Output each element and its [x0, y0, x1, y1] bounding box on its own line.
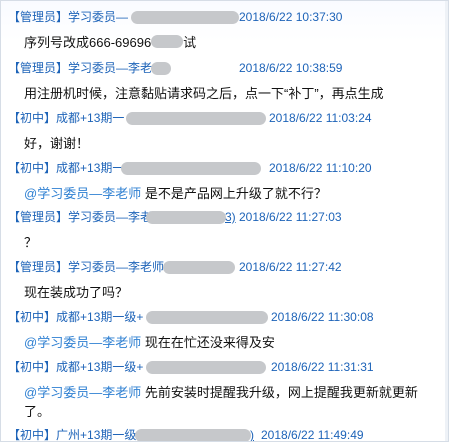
sender-role: 【管理员】 — [8, 260, 69, 274]
message-text: ？ — [24, 235, 38, 250]
message-header: 【初中】成都+13期一 2018/6/22 11:10:20 — [1, 158, 448, 178]
sender-role: 【初中】 — [8, 428, 57, 442]
message-text-wrap: 了。 — [24, 404, 51, 419]
chat-message: 【初中】成都+13期一级+ 2018/6/22 11:30:08 @学习委员—李… — [1, 307, 448, 352]
sender-role: 【管理员】 — [8, 61, 69, 75]
mention-link[interactable]: @学习委员—李老师 — [24, 385, 141, 400]
sender-name[interactable]: 成都+13期一级+ — [56, 310, 143, 324]
redacted-name — [146, 211, 226, 224]
sender-name[interactable]: 学习委员—李老 — [68, 210, 152, 224]
message-text: @学习委员—李老师 是不是产品网上升级了就不行？ — [1, 184, 448, 203]
message-time: 2018/6/22 11:10:20 — [269, 161, 372, 175]
message-time: 2018/6/22 11:27:42 — [239, 260, 342, 274]
message-text-main: 是不是产品网上升级了就不行？ — [144, 186, 327, 201]
mention-link[interactable]: @学习委员—李老师 — [24, 335, 141, 350]
message-header: 【初中】成都+13期一 2018/6/22 11:03:24 — [1, 108, 448, 128]
sender-role: 【管理员】 — [8, 210, 69, 224]
message-header: 【初中】广州+13期一级 ) 2018/6/22 11:49:49 — [1, 425, 448, 442]
sender-name[interactable]: 学习委员— — [68, 10, 128, 24]
sender-name[interactable]: 广州+13期一级 — [56, 428, 136, 441]
chat-message: 【初中】广州+13期一级 ) 2018/6/22 11:49:49 — [1, 425, 448, 442]
chat-message: 【管理员】学习委员— 2018/6/22 10:37:30 序列号改成666-6… — [1, 7, 448, 52]
message-time: 2018/6/22 11:49:49 — [261, 428, 364, 442]
sender-handle[interactable]: 3) — [225, 207, 236, 227]
message-time: 2018/6/22 11:03:24 — [269, 111, 372, 125]
message-header: 【管理员】学习委员— 2018/6/22 10:37:30 — [1, 7, 448, 27]
sender-role: 【初中】 — [8, 310, 57, 324]
sender-name[interactable]: 学习委员—李老 — [68, 61, 152, 75]
message-text: 用注册机时候，注意黏贴请求码之后，点一下“补丁”，再点生成 — [24, 86, 384, 101]
redacted-name — [146, 361, 266, 374]
message-time: 2018/6/22 10:37:30 — [239, 10, 343, 24]
message-text: @学习委员—李老师 先前安装时提醒我升级，网上提醒我更新就更新 了。 — [1, 383, 448, 421]
chat-message: 【初中】成都+13期一 2018/6/22 11:03:24 好，谢谢！ — [1, 108, 448, 153]
sender-handle[interactable]: ) — [250, 425, 254, 441]
message-time: 2018/6/22 11:31:31 — [271, 360, 374, 374]
sender-role: 【管理员】 — [8, 10, 69, 24]
message-header: 【管理员】学习委员—李老 3) 2018/6/22 11:27:03 — [1, 207, 448, 227]
redacted-text — [151, 35, 184, 48]
message-text-main: 先前安装时提醒我升级，网上提醒我更新就更新 — [144, 385, 418, 400]
message-text-main: 序列号改成666-69696 — [24, 35, 152, 50]
sender-name[interactable]: 成都+13期一 — [56, 111, 124, 125]
message-text: 好，谢谢！ — [24, 136, 90, 151]
redacted-name — [146, 311, 268, 324]
message-text: @学习委员—李老师 现在在忙还没来得及安 — [1, 333, 448, 352]
message-text-main: 现在在忙还没来得及安 — [144, 335, 275, 350]
chat-message: 【管理员】学习委员—李老 3) 2018/6/22 11:27:03 ？ — [1, 207, 448, 252]
message-time: 2018/6/22 11:30:08 — [271, 310, 374, 324]
message-text: 序列号改成666-69696 试 — [1, 33, 448, 52]
redacted-name — [131, 11, 239, 24]
message-header: 【管理员】学习委员—李老师 2018/6/22 11:27:42 — [1, 257, 448, 277]
sender-name[interactable]: 成都+13期一级+ — [56, 360, 143, 374]
message-text: 现在装成功了吗？ — [24, 285, 129, 300]
sender-role: 【初中】 — [8, 111, 57, 125]
message-header: 【初中】成都+13期一级+ 2018/6/22 11:30:08 — [1, 307, 448, 327]
redacted-name — [163, 261, 235, 274]
message-text-tail: 试 — [183, 35, 197, 50]
message-header: 【管理员】学习委员—李老 2018/6/22 10:38:59 — [1, 58, 448, 78]
message-time: 2018/6/22 10:38:59 — [239, 61, 343, 75]
redacted-name — [121, 162, 261, 175]
redacted-name — [126, 112, 266, 125]
message-header: 【初中】成都+13期一级+ 2018/6/22 11:31:31 — [1, 357, 448, 377]
redacted-name — [135, 429, 251, 441]
sender-role: 【初中】 — [8, 161, 57, 175]
chat-message: 【初中】成都+13期一 2018/6/22 11:10:20 @学习委员—李老师… — [1, 158, 448, 203]
sender-name[interactable]: 学习委员—李老师 — [68, 260, 164, 274]
chat-history: 【管理员】学习委员— 2018/6/22 10:37:30 序列号改成666-6… — [0, 0, 449, 442]
sender-role: 【初中】 — [8, 360, 57, 374]
chat-message: 【管理员】学习委员—李老 2018/6/22 10:38:59 用注册机时候，注… — [1, 58, 448, 103]
chat-message: 【管理员】学习委员—李老师 2018/6/22 11:27:42 现在装成功了吗… — [1, 257, 448, 302]
sender-name[interactable]: 成都+13期一 — [56, 161, 124, 175]
chat-message: 【初中】成都+13期一级+ 2018/6/22 11:31:31 @学习委员—李… — [1, 357, 448, 421]
scrollbar-track[interactable] — [445, 1, 448, 441]
mention-link[interactable]: @学习委员—李老师 — [24, 186, 141, 201]
sender-handle[interactable] — [161, 58, 231, 74]
message-time: 2018/6/22 11:27:03 — [239, 210, 342, 224]
